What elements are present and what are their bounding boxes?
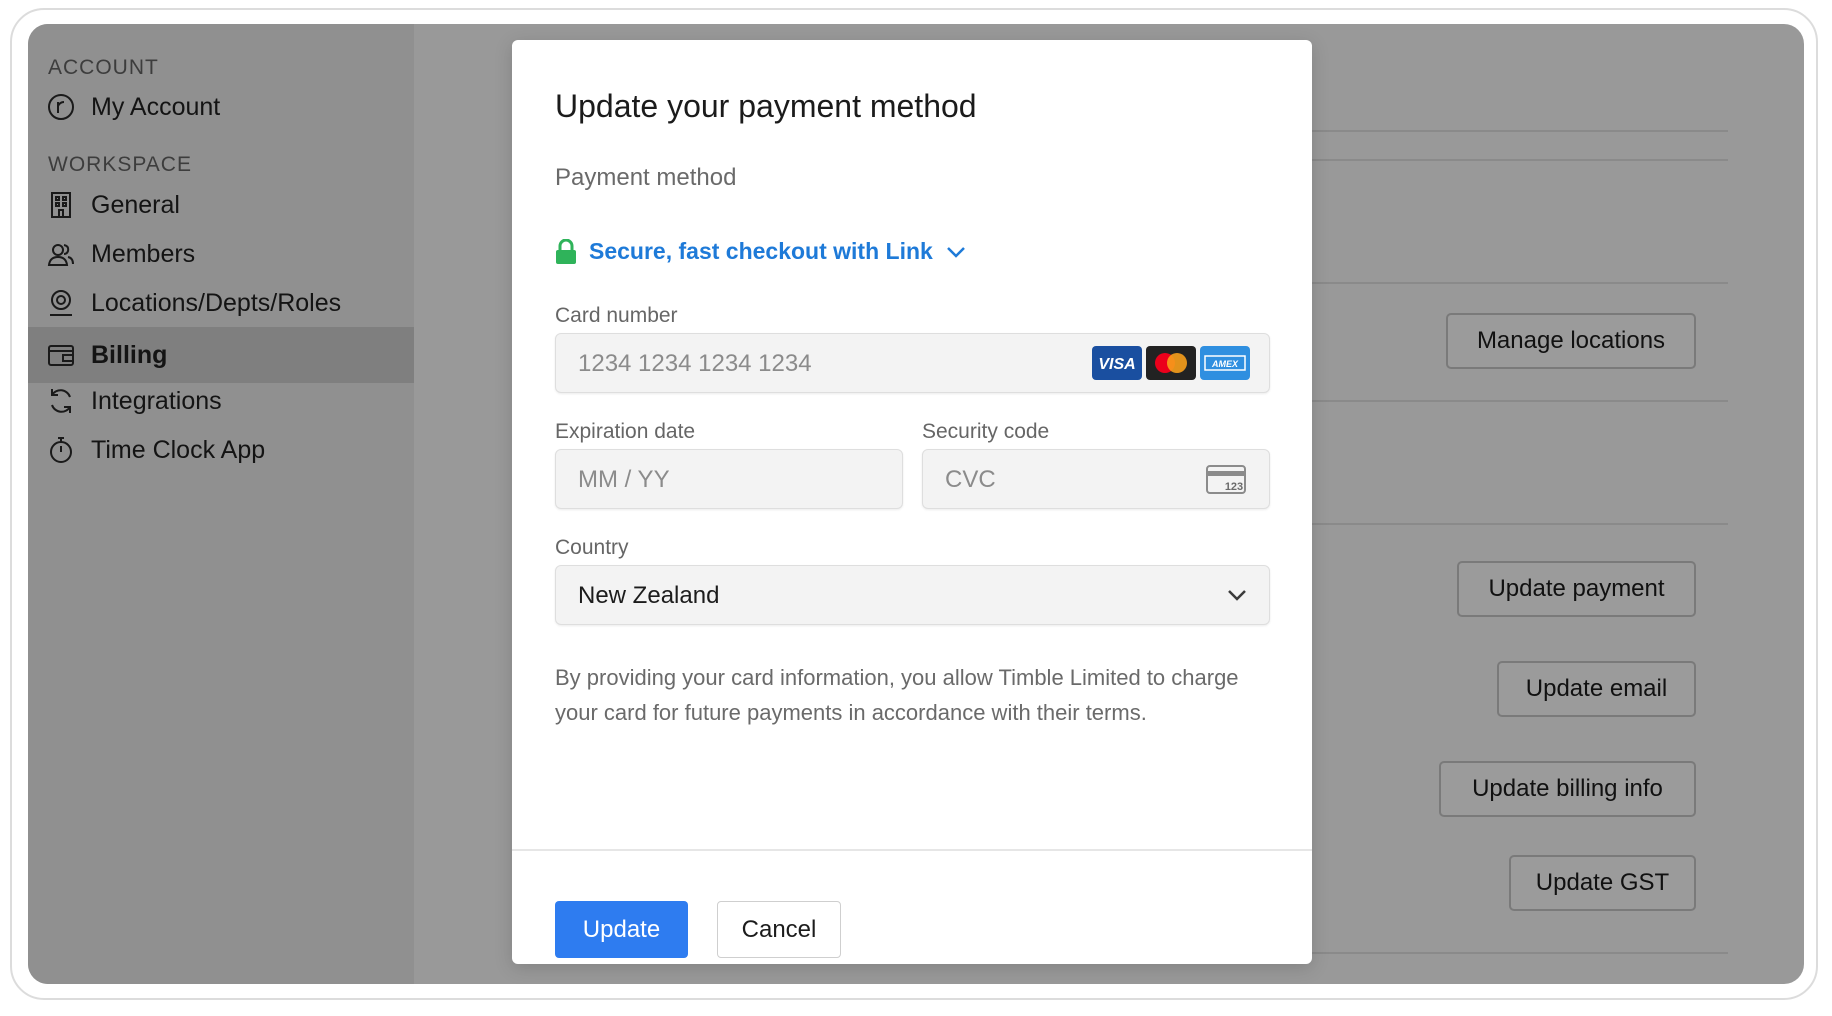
chevron-down-icon — [1228, 590, 1246, 601]
sidebar-item-time-clock[interactable]: Time Clock App — [28, 422, 414, 478]
card-number-placeholder: 1234 1234 1234 1234 — [578, 350, 812, 377]
lock-icon — [556, 238, 576, 264]
payment-method-heading: Payment method — [555, 164, 737, 191]
divider — [1312, 400, 1728, 402]
divider — [1312, 159, 1728, 161]
divider — [1312, 130, 1728, 132]
sidebar: ACCOUNT My Account WORKSPACE General Mem… — [28, 24, 414, 984]
sidebar-item-label: My Account — [91, 92, 221, 121]
security-code-label: Security code — [922, 420, 1050, 443]
security-code-field[interactable]: CVC 123 — [922, 449, 1270, 509]
card-number-label: Card number — [555, 304, 678, 327]
cvc-card-icon: 123 — [1206, 465, 1246, 494]
mastercard-icon — [1146, 346, 1196, 380]
country-select[interactable]: New Zealand — [555, 565, 1270, 625]
sidebar-item-label: Integrations — [91, 386, 222, 415]
card-authorization-text: By providing your card information, you … — [555, 665, 1239, 725]
update-payment-button[interactable]: Update payment — [1457, 561, 1696, 617]
country-value: New Zealand — [578, 582, 720, 609]
security-code-placeholder: CVC — [945, 466, 996, 493]
svg-text:AMEX: AMEX — [1211, 359, 1239, 369]
sidebar-item-label: Time Clock App — [91, 435, 266, 464]
modal-footer-divider — [512, 849, 1312, 851]
divider — [1312, 523, 1728, 525]
card-number-field[interactable]: 1234 1234 1234 1234 VISA AMEX — [555, 333, 1270, 393]
account-circle-icon — [48, 94, 74, 120]
divider — [1312, 952, 1728, 954]
update-gst-button[interactable]: Update GST — [1509, 855, 1696, 911]
svg-text:VISA: VISA — [1098, 356, 1135, 373]
members-icon — [47, 244, 74, 266]
modal-title: Update your payment method — [555, 88, 977, 124]
wallet-icon — [48, 345, 74, 366]
cancel-button[interactable]: Cancel — [717, 901, 841, 958]
divider — [1312, 282, 1728, 284]
sync-icon — [51, 389, 71, 413]
visa-icon: VISA — [1092, 346, 1142, 380]
expiration-placeholder: MM / YY — [578, 466, 670, 493]
building-icon — [51, 192, 71, 218]
expiration-label: Expiration date — [555, 420, 696, 443]
chevron-down-icon — [946, 246, 965, 258]
payment-modal: Update your payment method Payment metho… — [512, 40, 1312, 964]
sidebar-item-my-account[interactable]: My Account — [28, 79, 414, 135]
manage-locations-button[interactable]: Manage locations — [1446, 313, 1696, 369]
sidebar-item-label: Members — [91, 239, 196, 268]
app-window: ACCOUNT My Account WORKSPACE General Mem… — [28, 24, 1804, 984]
expiration-field[interactable]: MM / YY — [555, 449, 903, 509]
location-pin-icon — [50, 290, 72, 316]
sidebar-item-general[interactable]: General — [28, 177, 414, 233]
link-checkout-toggle[interactable]: Secure, fast checkout with Link — [555, 238, 967, 265]
update-button[interactable]: Update — [555, 901, 688, 958]
update-email-button[interactable]: Update email — [1497, 661, 1696, 717]
link-checkout-label: Secure, fast checkout with Link — [589, 238, 933, 264]
sidebar-item-integrations[interactable]: Integrations — [28, 373, 414, 429]
country-label: Country — [555, 536, 629, 559]
sidebar-item-members[interactable]: Members — [28, 226, 414, 282]
section-label-account: ACCOUNT — [48, 56, 159, 79]
stopwatch-icon — [50, 437, 72, 463]
cvc-icon-text: 123 — [1225, 481, 1243, 493]
sidebar-item-label: Billing — [91, 340, 168, 369]
amex-icon: AMEX — [1200, 346, 1250, 380]
section-label-workspace: WORKSPACE — [48, 153, 192, 176]
sidebar-item-label: General — [91, 190, 180, 219]
sidebar-item-label: Locations/Depts/Roles — [91, 288, 342, 317]
update-billing-info-button[interactable]: Update billing info — [1439, 761, 1696, 817]
sidebar-item-locations[interactable]: Locations/Depts/Roles — [28, 275, 414, 331]
